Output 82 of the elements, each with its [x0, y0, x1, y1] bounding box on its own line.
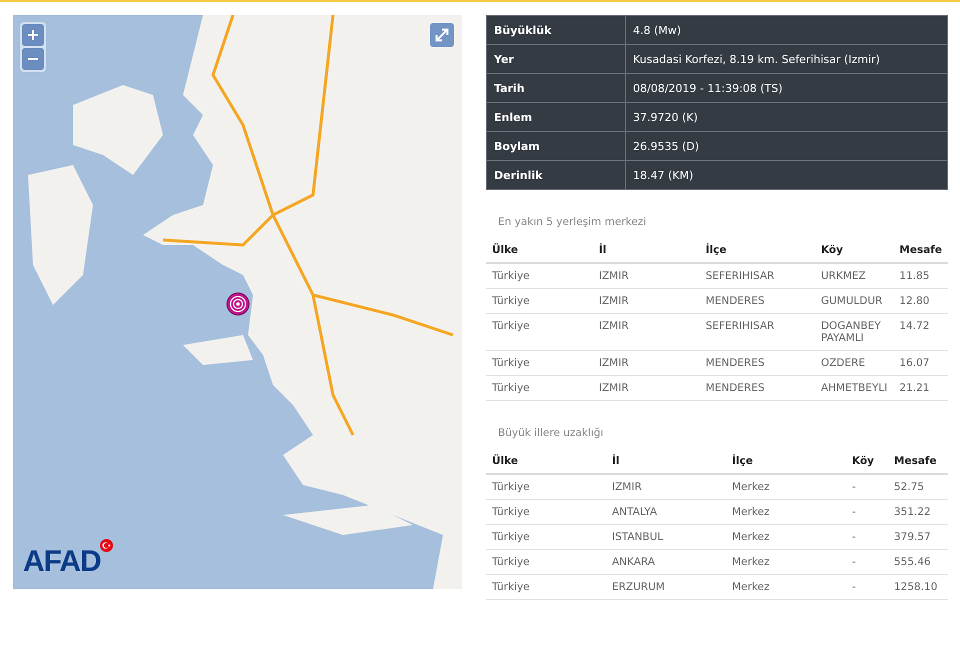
table-cell: -	[846, 550, 888, 574]
table-cell: -	[846, 574, 888, 600]
table-cell: 14.72	[893, 314, 948, 350]
table-cell: AHMETBEYLI	[814, 376, 894, 400]
table-cell: IZMIR	[606, 474, 726, 500]
table-caption: En yakın 5 yerleşim merkezi	[498, 216, 648, 228]
table-cell: MENDERES	[700, 376, 815, 400]
table-cell: ISTANBUL	[606, 524, 726, 550]
epicenter-marker-icon	[226, 292, 250, 316]
table-cell: IZMIR	[592, 314, 700, 350]
detail-label: Yer	[486, 44, 626, 74]
column-header: İlçe	[700, 238, 815, 263]
column-header: Ülke	[486, 238, 593, 263]
column-header: Köy	[814, 238, 894, 263]
table-cell: OZDERE	[814, 350, 894, 376]
table-cell: Merkez	[726, 574, 846, 600]
table-cell: 351.22	[888, 500, 948, 524]
table-cell: 11.85	[893, 263, 948, 288]
table-cell: Türkiye	[486, 288, 593, 314]
table-cell: ANKARA	[606, 550, 726, 574]
table-cell: IZMIR	[592, 350, 700, 376]
table-cell: 12.80	[893, 288, 948, 314]
table-cell: -	[846, 474, 888, 500]
table-cell: ANTALYA	[606, 500, 726, 524]
detail-label: Tarih	[486, 74, 626, 102]
table-cell: IZMIR	[592, 288, 700, 314]
table-cell: Merkez	[726, 524, 846, 550]
table-cell: GUMULDUR	[814, 288, 894, 314]
zoom-in-button[interactable]: +	[22, 24, 44, 46]
table-cell: Türkiye	[486, 524, 606, 550]
table-cell: Türkiye	[486, 350, 593, 376]
fullscreen-icon	[433, 26, 451, 44]
table-cell: Merkez	[726, 474, 846, 500]
table-cell: Türkiye	[486, 574, 606, 600]
table-cell: 555.46	[888, 550, 948, 574]
column-header: İlçe	[726, 449, 846, 474]
detail-value: 18.47 (KM)	[626, 160, 948, 190]
detail-label: Büyüklük	[486, 16, 626, 44]
table-cell: 52.75	[888, 474, 948, 500]
table-cell: -	[846, 500, 888, 524]
table-cell: 16.07	[893, 350, 948, 376]
map-panel[interactable]: + − AFAD	[13, 15, 462, 589]
table-cell: SEFERIHISAR	[700, 263, 815, 288]
column-header: İl	[606, 449, 726, 474]
column-header: Ülke	[486, 449, 606, 474]
column-header: Mesafe	[888, 449, 948, 474]
column-header: Köy	[846, 449, 888, 474]
table-cell: ERZURUM	[606, 574, 726, 600]
table-cell: URKMEZ	[814, 263, 894, 288]
detail-value: 4.8 (Mw)	[626, 16, 948, 44]
detail-value: 37.9720 (K)	[626, 102, 948, 132]
table-cell: Türkiye	[486, 376, 593, 400]
table-cell: IZMIR	[592, 376, 700, 400]
fullscreen-button[interactable]	[430, 23, 454, 47]
table-caption: Büyük illere uzaklığı	[498, 427, 604, 439]
detail-label: Derinlik	[486, 160, 626, 190]
table-cell: Merkez	[726, 500, 846, 524]
detail-label: Enlem	[486, 102, 626, 132]
logo-text: AFAD	[23, 545, 101, 579]
column-header: İl	[592, 238, 700, 263]
table-cell: MENDERES	[700, 350, 815, 376]
flag-icon	[100, 539, 113, 552]
table-cell: Türkiye	[486, 500, 606, 524]
table-cell: 379.57	[888, 524, 948, 550]
detail-label: Boylam	[486, 132, 626, 160]
table-cell: Merkez	[726, 550, 846, 574]
zoom-out-button[interactable]: −	[22, 48, 44, 70]
column-header: Mesafe	[893, 238, 948, 263]
detail-value: Kusadasi Korfezi, 8.19 km. Seferihisar (Izmir)	[626, 44, 948, 74]
table-cell: Türkiye	[486, 263, 593, 288]
table-cell: -	[846, 524, 888, 550]
table-cell: MENDERES	[700, 288, 815, 314]
table-cell: 21.21	[893, 376, 948, 400]
table-cell: IZMIR	[592, 263, 700, 288]
table-cell: Türkiye	[486, 474, 606, 500]
table-cell: DOGANBEY PAYAMLI	[814, 314, 894, 350]
table-cell: Türkiye	[486, 550, 606, 574]
table-cell: Türkiye	[486, 314, 593, 350]
table-cell: 1258.10	[888, 574, 948, 600]
detail-value: 26.9535 (D)	[626, 132, 948, 160]
detail-value: 08/08/2019 - 11:39:08 (TS)	[626, 74, 948, 102]
table-cell: SEFERIHISAR	[700, 314, 815, 350]
